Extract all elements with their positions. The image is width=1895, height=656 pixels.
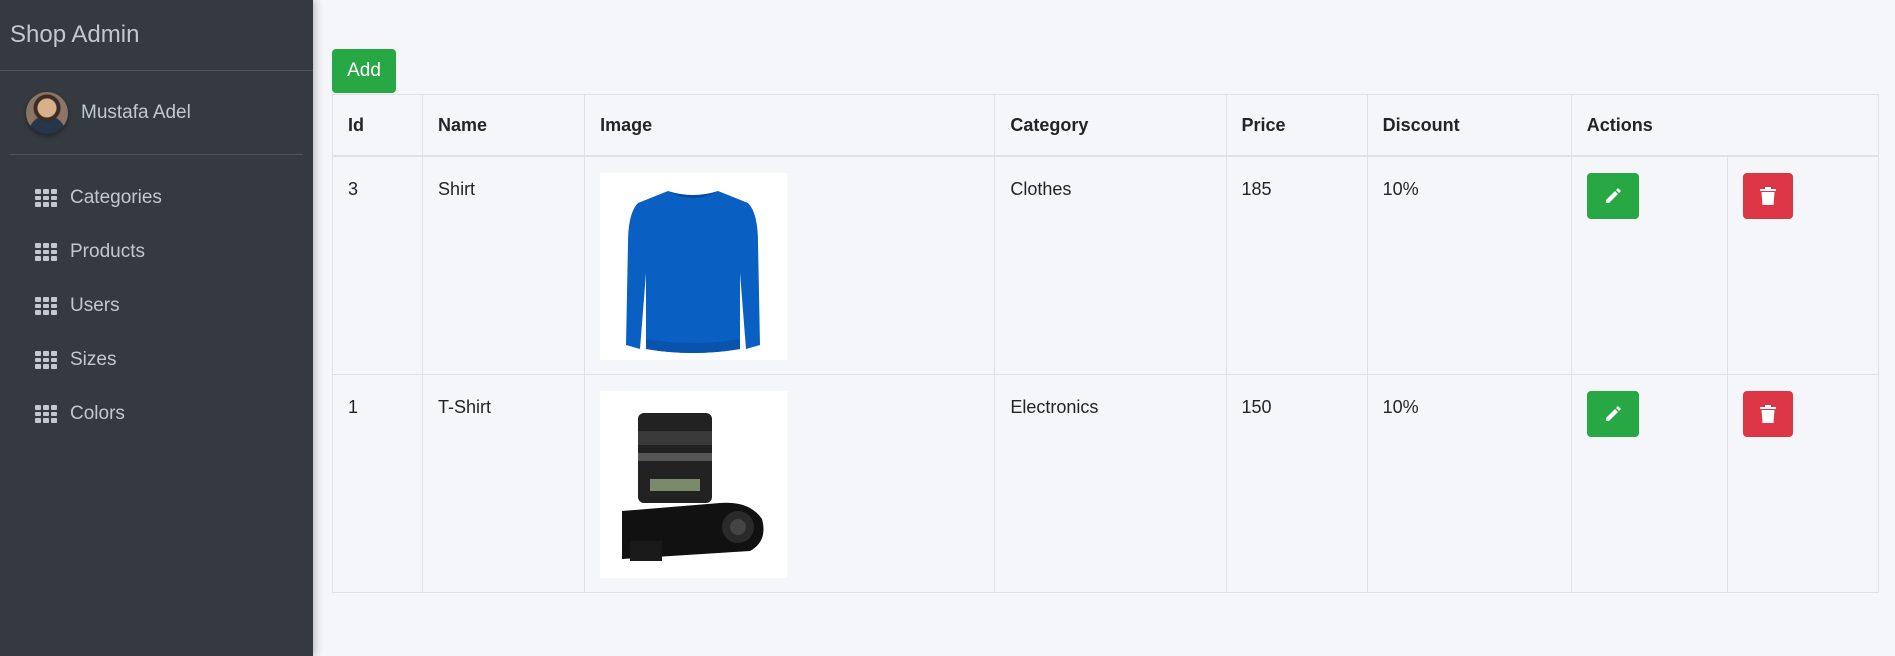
table-row: 3 Shirt Clothes 185 10% — [331, 155, 1880, 375]
cell-delete — [1726, 155, 1880, 375]
trash-icon — [1759, 187, 1776, 205]
sidebar-item-label: Users — [70, 295, 120, 316]
pencil-icon — [1605, 405, 1621, 421]
cell-id: 1 — [331, 373, 424, 593]
cell-discount: 10% — [1366, 373, 1572, 593]
table-row: 1 T-Shirt Electronics 150 10% — [331, 373, 1880, 593]
sidebar-item-label: Products — [70, 241, 145, 262]
camera-image — [622, 412, 764, 561]
edit-button[interactable] — [1586, 390, 1639, 437]
sidebar-item-sizes[interactable]: Sizes — [0, 333, 313, 387]
pencil-icon — [1605, 188, 1621, 203]
header-discount: Discount — [1366, 94, 1572, 157]
table-header-row: Id Name Image Category Price Discount Ac… — [331, 94, 1880, 157]
sidebar-item-products[interactable]: Products — [0, 225, 313, 279]
delete-button[interactable] — [1742, 173, 1793, 219]
header-category: Category — [994, 94, 1227, 157]
header-image: Image — [584, 94, 996, 157]
user-panel[interactable]: Mustafa Adel — [10, 71, 303, 155]
header-id: Id — [331, 94, 424, 157]
cell-discount: 10% — [1366, 155, 1572, 375]
cell-image — [584, 155, 996, 375]
header-actions: Actions — [1570, 94, 1880, 157]
cell-price: 185 — [1225, 155, 1368, 375]
sidebar-item-categories[interactable]: Categories — [0, 171, 313, 225]
grid-icon — [35, 297, 57, 315]
cell-category: Electronics — [994, 373, 1227, 593]
grid-icon — [35, 189, 57, 207]
cell-delete — [1726, 373, 1880, 593]
cell-image — [584, 373, 996, 593]
sweater-image — [626, 191, 761, 353]
sidebar-nav: Categories Products Users Sizes Colors — [0, 171, 313, 441]
sidebar-item-colors[interactable]: Colors — [0, 387, 313, 441]
sidebar-item-label: Colors — [70, 403, 125, 424]
edit-button[interactable] — [1586, 173, 1639, 219]
product-image-camera[interactable] — [600, 390, 788, 578]
user-name[interactable]: Mustafa Adel — [81, 102, 191, 124]
cell-price: 150 — [1225, 373, 1368, 593]
trash-icon — [1759, 404, 1776, 423]
grid-icon — [35, 243, 57, 261]
sidebar: Shop Admin Mustafa Adel Categories Produ… — [0, 0, 313, 656]
header-name: Name — [422, 94, 586, 157]
cell-edit — [1570, 373, 1728, 593]
add-button[interactable]: Add — [332, 49, 396, 93]
cell-edit — [1570, 155, 1728, 375]
cell-id: 3 — [331, 155, 424, 375]
sidebar-item-label: Categories — [70, 187, 162, 208]
products-table: Id Name Image Category Price Discount Ac… — [331, 94, 1880, 593]
avatar[interactable] — [26, 91, 68, 134]
delete-button[interactable] — [1742, 390, 1793, 437]
grid-icon — [35, 351, 57, 369]
cell-name: T-Shirt — [422, 373, 586, 593]
product-image-sweater[interactable] — [600, 173, 788, 360]
header-price: Price — [1225, 94, 1368, 157]
sidebar-item-label: Sizes — [70, 349, 117, 370]
brand-title[interactable]: Shop Admin — [0, 0, 313, 71]
grid-icon — [35, 405, 57, 423]
cell-name: Shirt — [422, 155, 586, 375]
cell-category: Clothes — [994, 155, 1227, 375]
main-content: Add Id Name Image Category Price Discoun… — [313, 0, 1895, 656]
sidebar-item-users[interactable]: Users — [0, 279, 313, 333]
